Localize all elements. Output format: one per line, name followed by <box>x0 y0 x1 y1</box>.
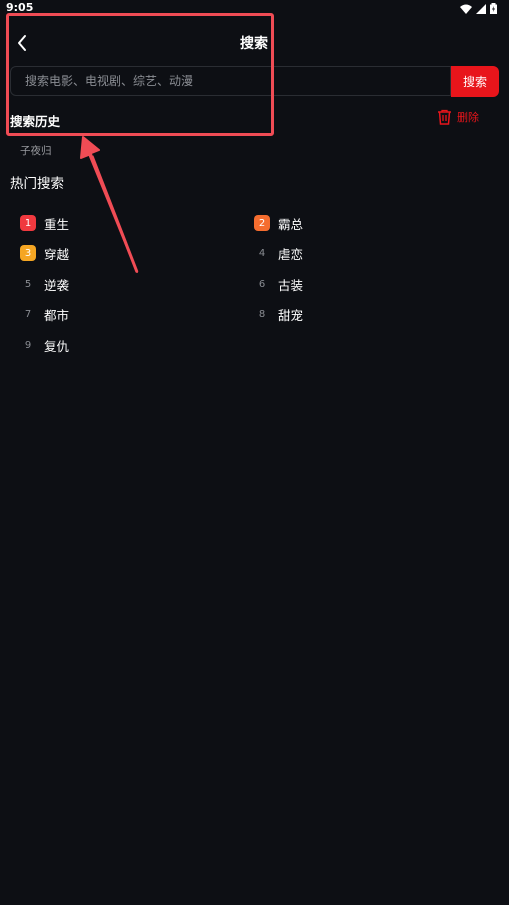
rank-number: 7 <box>24 308 32 320</box>
header-bar: 搜索 <box>0 28 509 58</box>
search-input[interactable] <box>10 66 451 96</box>
hot-item-7[interactable]: 7 都市 <box>20 306 70 323</box>
trash-icon <box>438 109 451 125</box>
hot-item-8[interactable]: 8 甜宠 <box>254 306 304 323</box>
battery-icon <box>490 3 497 14</box>
hot-item-label: 都市 <box>44 307 70 323</box>
hot-item-label: 重生 <box>44 216 70 232</box>
hot-item-label: 霸总 <box>278 216 304 232</box>
rank-number: 9 <box>24 339 32 351</box>
hot-item-6[interactable]: 6 古装 <box>254 276 304 293</box>
status-icons <box>460 3 497 14</box>
hot-item-2[interactable]: 2 霸总 <box>254 215 304 232</box>
hot-item-label: 复仇 <box>44 338 70 354</box>
page-title: 搜索 <box>240 36 268 52</box>
rank-number: 5 <box>24 278 32 290</box>
hot-item-label: 古装 <box>278 277 304 293</box>
rank-badge: 1 <box>20 215 36 231</box>
rank-number: 4 <box>258 247 266 259</box>
chevron-left-icon <box>18 35 26 51</box>
status-bar: 9:05 <box>0 0 509 18</box>
rank-badge: 2 <box>254 215 270 231</box>
annotation-arrow <box>80 136 139 273</box>
hot-item-3[interactable]: 3 穿越 <box>20 245 70 262</box>
hot-item-label: 穿越 <box>44 246 70 262</box>
hot-item-label: 逆袭 <box>44 277 70 293</box>
history-title: 搜索历史 <box>10 114 61 129</box>
hot-item-1[interactable]: 1 重生 <box>20 215 70 232</box>
back-button[interactable] <box>12 32 34 54</box>
delete-label: 删除 <box>457 111 479 124</box>
hot-item-4[interactable]: 4 虐恋 <box>254 245 304 262</box>
rank-badge: 3 <box>20 245 36 261</box>
rank-number: 8 <box>258 308 266 320</box>
hot-item-5[interactable]: 5 逆袭 <box>20 276 70 293</box>
delete-history-button[interactable]: 删除 <box>437 109 479 125</box>
signal-icon <box>476 3 486 14</box>
search-bar: 搜索 <box>10 66 499 98</box>
rank-number: 6 <box>258 278 266 290</box>
hot-item-label: 虐恋 <box>278 246 304 262</box>
hot-item-label: 甜宠 <box>278 307 304 323</box>
hot-search-title: 热门搜索 <box>10 176 64 192</box>
search-button[interactable]: 搜索 <box>451 66 499 97</box>
history-item[interactable]: 子夜归 <box>20 143 52 158</box>
wifi-icon <box>460 4 472 14</box>
hot-item-9[interactable]: 9 复仇 <box>20 337 70 354</box>
status-time: 9:05 <box>6 1 34 14</box>
